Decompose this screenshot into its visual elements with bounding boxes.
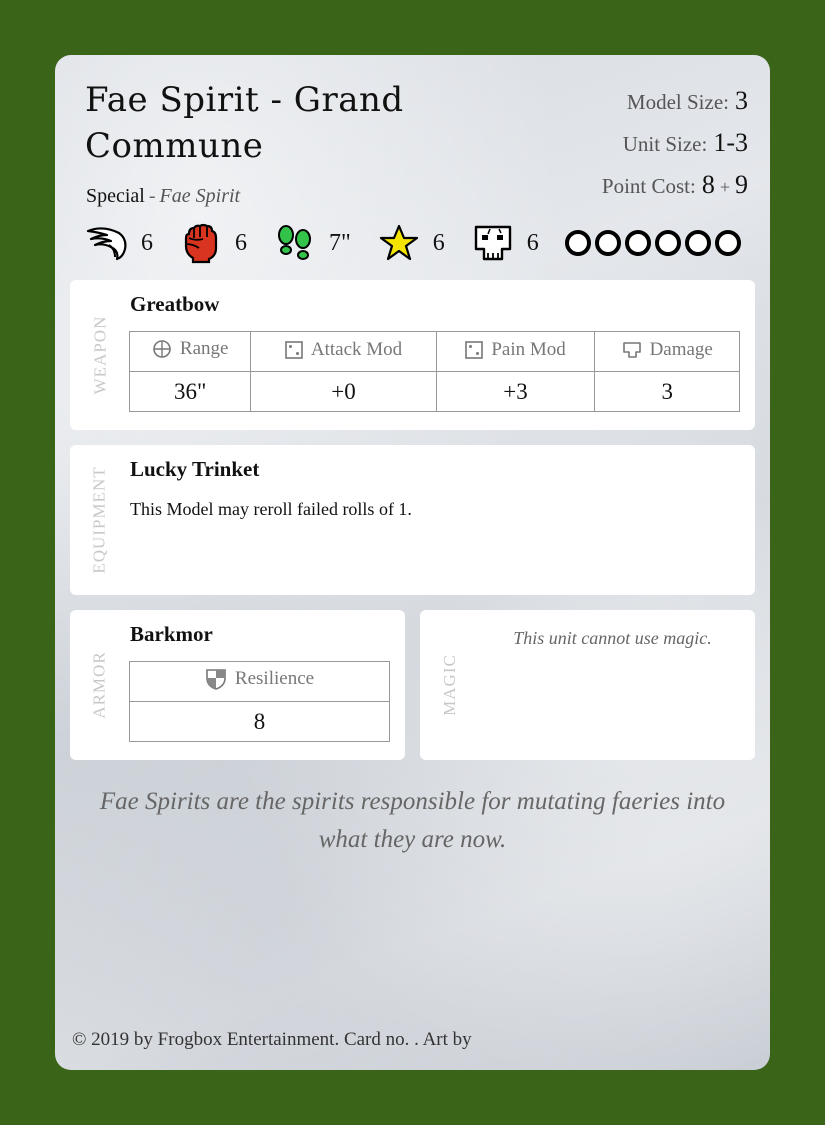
attack-mod-label: Attack Mod — [310, 338, 403, 360]
unit-type: Special — [86, 185, 145, 207]
armor-name: Barkmor — [130, 622, 213, 646]
weapon-attack-mod-value: +0 — [250, 371, 437, 412]
equipment-panel: EQUIPMENT Lucky Trinket This Model may r… — [70, 445, 755, 595]
flavor-text: Fae Spirits are the spirits responsible … — [99, 788, 726, 853]
weapon-header-pain: Pain Mod — [435, 331, 596, 372]
model-size: Model Size: 3 — [602, 85, 748, 127]
unit-size: Unit Size: 1-3 — [602, 127, 748, 169]
equipment-name: Lucky Trinket — [130, 457, 260, 481]
fist-icon — [179, 222, 223, 264]
model-size-label: Model Size: — [626, 90, 729, 114]
weapon-range-value: 36" — [128, 371, 252, 412]
unit-title: Fae Spirit - Grand Commune — [85, 80, 404, 166]
copyright-footer: © 2019 by Frogbox Entertainment. Card no… — [72, 1029, 472, 1050]
damage-label: Damage — [649, 338, 713, 360]
die-icon — [465, 340, 484, 359]
star-icon — [377, 222, 421, 264]
resilience-label: Resilience — [234, 667, 315, 689]
armor-header-resilience: Resilience — [129, 661, 390, 702]
armor-panel: ARMOR Barkmor Resilience 8 — [70, 610, 405, 760]
wound-circle[interactable] — [684, 230, 711, 256]
weapon-name: Greatbow — [130, 292, 220, 316]
weapon-pain-mod-value: +3 — [435, 371, 596, 412]
wound-circle[interactable] — [624, 230, 651, 256]
weapon-damage-value: 3 — [594, 371, 740, 412]
damage-icon — [622, 341, 641, 358]
wound-circle[interactable] — [564, 230, 591, 256]
magic-text: This unit cannot use magic. — [513, 628, 712, 648]
equipment-section-label: EQUIPMENT — [90, 466, 109, 574]
stat-value-star: 6 — [432, 229, 445, 256]
weapon-section-label: WEAPON — [90, 315, 109, 395]
unit-card: Fae Spirit - Grand Commune Special - Fae S… — [55, 55, 770, 1070]
weapon-stats-table: Range Attack Mod Pain Mod Damage 36" +0 … — [128, 331, 740, 412]
weapon-header-attack: Attack Mod — [250, 331, 437, 372]
unit-size-value: 1-3 — [713, 128, 748, 157]
crosshair-icon — [153, 340, 171, 358]
stat-value-footprints: 7" — [329, 229, 351, 256]
armor-stats-table: Resilience 8 — [129, 661, 390, 742]
armor-section-label: ARMOR — [90, 651, 110, 719]
wound-tracker — [564, 230, 741, 256]
point-cost: Point Cost: 8 +9 — [602, 169, 748, 211]
equipment-text: This Model may reroll failed rolls of 1. — [130, 499, 412, 519]
model-size-value: 3 — [735, 86, 748, 115]
stat-value-wing: 6 — [141, 229, 153, 256]
magic-section-label: MAGIC — [440, 654, 460, 716]
pain-mod-label: Pain Mod — [491, 338, 566, 360]
unit-faction: Fae Spirit — [159, 185, 241, 207]
stat-value-fist: 6 — [235, 229, 247, 256]
wound-circle[interactable] — [654, 230, 681, 256]
stat-icon-row: 6 6 7" 6 6 — [85, 222, 741, 264]
point-cost-base: 8 — [701, 170, 715, 199]
unit-size-label: Unit Size: — [622, 132, 708, 156]
armor-resilience-value: 8 — [129, 701, 390, 742]
wound-circle[interactable] — [714, 230, 741, 256]
footprints-icon — [273, 222, 317, 264]
wound-circle[interactable] — [594, 230, 621, 256]
die-icon — [285, 340, 303, 359]
unit-subtitle: Special - Fae Spirit — [86, 185, 240, 208]
point-cost-extra: 9 — [735, 170, 748, 199]
stat-value-skull: 6 — [526, 229, 539, 256]
wing-icon — [85, 222, 129, 264]
unit-info: Model Size: 3 Unit Size: 1-3 Point Cost: 8 +… — [602, 85, 748, 211]
skull-icon — [471, 222, 515, 264]
shield-icon — [206, 668, 226, 690]
range-label: Range — [179, 338, 229, 359]
point-cost-label: Point Cost: — [601, 174, 696, 198]
weapon-header-range: Range — [128, 331, 252, 372]
subtitle-separator: - — [148, 185, 156, 207]
weapon-panel: WEAPON Greatbow Range Attack Mod Pain Mo… — [70, 280, 755, 430]
weapon-header-damage: Damage — [594, 331, 740, 372]
point-cost-plus: + — [719, 177, 730, 197]
magic-panel: MAGIC This unit cannot use magic. — [420, 610, 755, 760]
